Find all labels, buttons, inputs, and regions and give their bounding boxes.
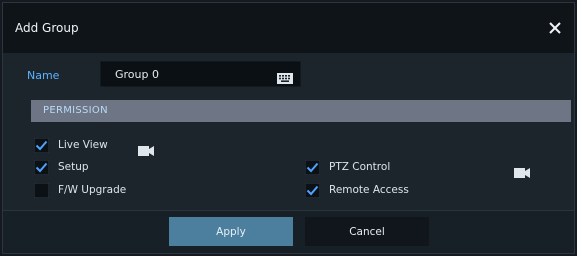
live-view-checkbox[interactable] (33, 137, 50, 154)
camera-icon[interactable] (138, 141, 154, 156)
dialog-titlebar: Add Group (3, 3, 574, 53)
camera-icon[interactable] (514, 163, 530, 178)
live-view-label: Live View (58, 139, 108, 151)
fw-upgrade-checkbox[interactable] (33, 182, 50, 199)
remote-access-checkbox[interactable] (304, 182, 321, 199)
permission-header: PERMISSION (31, 100, 571, 122)
setup-checkbox[interactable] (33, 159, 50, 176)
cancel-button[interactable]: Cancel (305, 217, 429, 246)
name-input[interactable]: Group 0 (100, 61, 301, 87)
name-label: Name (27, 69, 60, 82)
ptz-control-label: PTZ Control (329, 161, 391, 173)
ptz-control-checkbox[interactable] (304, 159, 321, 176)
dialog-title: Add Group (15, 21, 79, 35)
dialog-footer: Apply Cancel (3, 210, 574, 253)
name-value: Group 0 (115, 68, 159, 81)
setup-label: Setup (58, 161, 89, 173)
add-group-dialog: Add Group Name Group 0 PERMISSION Live V… (2, 2, 575, 254)
apply-button[interactable]: Apply (169, 217, 293, 246)
fw-upgrade-label: F/W Upgrade (58, 184, 127, 196)
close-icon[interactable] (544, 17, 566, 39)
keyboard-icon[interactable] (277, 69, 293, 84)
permission-title: PERMISSION (43, 105, 108, 116)
remote-access-label: Remote Access (329, 184, 409, 196)
